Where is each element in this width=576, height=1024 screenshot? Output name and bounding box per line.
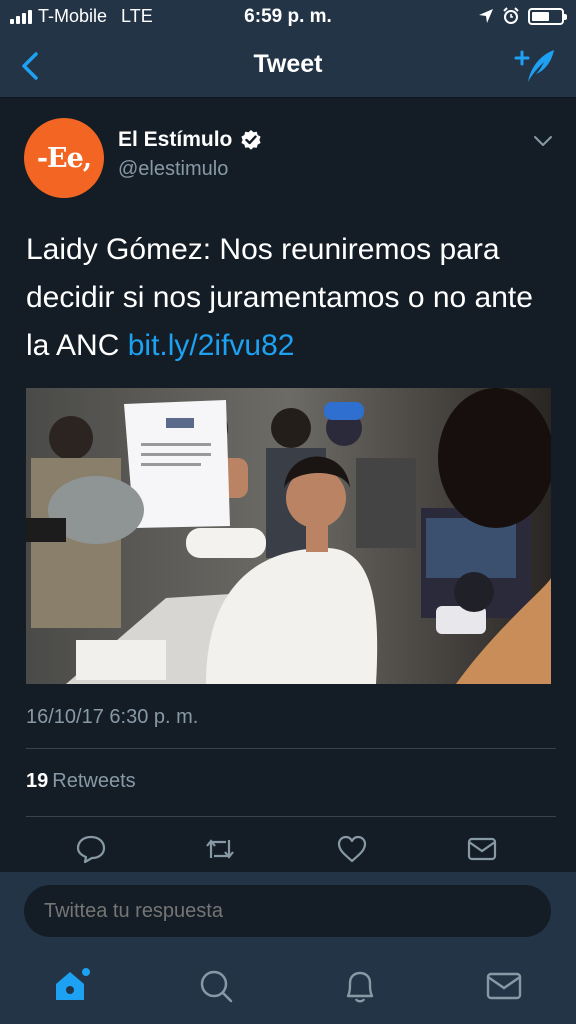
notifications-icon[interactable] (340, 966, 380, 1006)
search-icon[interactable] (196, 966, 236, 1006)
retweet-count: 19 (26, 770, 49, 792)
reply-bar (0, 872, 576, 952)
tweet-link[interactable]: bit.ly/2ifvu82 (128, 329, 295, 362)
divider (26, 748, 556, 749)
page-title: Tweet (253, 50, 323, 78)
share-icon[interactable] (466, 834, 498, 864)
reply-icon[interactable] (75, 834, 107, 864)
verified-badge-icon (241, 130, 261, 150)
author-name[interactable]: El Estímulo (118, 128, 232, 152)
retweet-icon[interactable] (204, 834, 236, 864)
status-bar: T-Mobile LTE 6:59 p. m. (0, 0, 576, 34)
tweet-actions (0, 828, 576, 872)
messages-icon[interactable] (484, 966, 524, 1006)
author-name-row[interactable]: El Estímulo (118, 128, 262, 152)
like-icon[interactable] (336, 834, 368, 864)
location-icon (479, 9, 493, 23)
alarm-icon (503, 7, 519, 24)
divider (26, 816, 556, 817)
reply-input[interactable] (24, 885, 551, 937)
tweet-photo[interactable] (26, 388, 551, 684)
chevron-down-icon[interactable] (532, 134, 554, 148)
battery-icon (528, 7, 567, 25)
home-icon[interactable] (52, 966, 92, 1006)
tab-bar (0, 952, 576, 1024)
avatar[interactable]: -Ee, (24, 118, 104, 198)
retweet-label: Retweets (52, 770, 136, 792)
retweet-stats[interactable]: 19 Retweets (26, 770, 136, 793)
nav-bar: Tweet (0, 34, 576, 98)
tweet-text: Laidy Gómez: Nos reuniremos para decidir… (26, 226, 556, 370)
author-handle[interactable]: @elestimulo (118, 158, 228, 181)
photo-image (26, 388, 551, 684)
status-right (478, 7, 567, 25)
compose-tweet-icon[interactable] (514, 46, 556, 86)
tweet-timestamp: 16/10/17 6:30 p. m. (26, 706, 199, 728)
